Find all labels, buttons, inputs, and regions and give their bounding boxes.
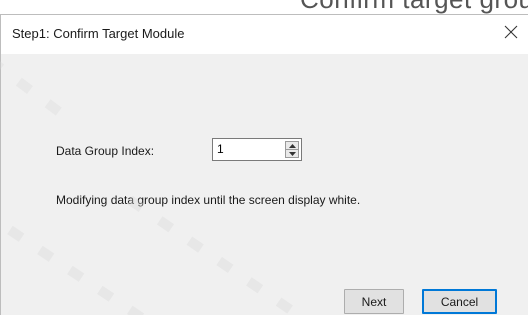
page: Confirm target group Step1: Confirm Targ… xyxy=(0,0,528,315)
next-button[interactable]: Next xyxy=(344,289,404,314)
dialog-title: Step1: Confirm Target Module xyxy=(12,26,185,41)
data-group-index-input[interactable] xyxy=(217,142,277,156)
cropped-header-text: Confirm target group xyxy=(300,0,528,14)
spin-up-button[interactable] xyxy=(286,142,298,150)
cancel-button[interactable]: Cancel xyxy=(422,289,497,314)
close-button[interactable] xyxy=(494,15,528,49)
dialog-content: Data Group Index: Modifyi xyxy=(1,54,528,315)
cropped-header: Confirm target group xyxy=(0,0,528,14)
close-icon xyxy=(504,25,518,39)
data-group-index-spinbox[interactable] xyxy=(212,138,302,161)
spin-down-arrow-icon xyxy=(288,151,296,156)
spin-buttons xyxy=(285,141,299,158)
spin-up-arrow-icon xyxy=(288,143,296,148)
dialog-window: Step1: Confirm Target Module Data Group … xyxy=(0,14,528,315)
data-group-index-label: Data Group Index: xyxy=(56,144,155,158)
title-bar: Step1: Confirm Target Module xyxy=(1,15,528,54)
spin-down-button[interactable] xyxy=(286,150,298,157)
instruction-text: Modifying data group index until the scr… xyxy=(56,193,361,207)
